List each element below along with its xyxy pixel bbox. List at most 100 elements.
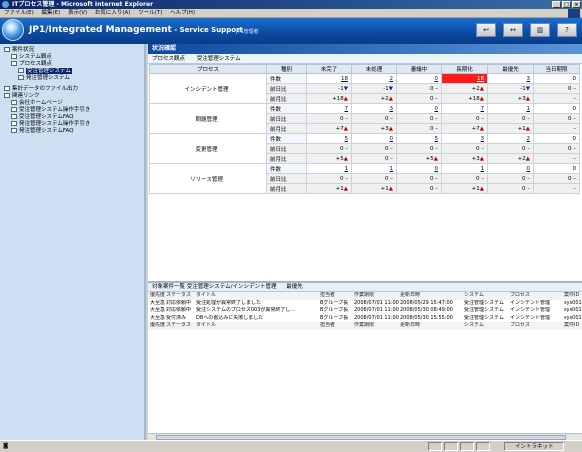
count-link[interactable]: 0 xyxy=(390,136,394,142)
minimize-button[interactable]: _ xyxy=(552,1,561,8)
menu-view[interactable]: 表示(V) xyxy=(68,10,87,16)
count-link[interactable]: 0 xyxy=(435,166,439,172)
summary-cell[interactable]: 2 xyxy=(351,73,397,84)
count-link[interactable]: 7 xyxy=(345,106,349,112)
count-link[interactable]: 0 xyxy=(435,76,439,82)
summary-cell[interactable]: 7 xyxy=(441,103,488,114)
menu-edit[interactable]: 編集(E) xyxy=(42,10,61,16)
horizontal-scrollbar[interactable] xyxy=(148,433,582,440)
change-value: 0 – xyxy=(476,115,484,122)
summary-cell[interactable]: 0 xyxy=(396,163,442,174)
summary-cell[interactable]: 0 xyxy=(487,163,534,174)
tree-item[interactable]: 会社ホームページ xyxy=(11,100,144,107)
count-link[interactable]: 3 xyxy=(527,76,531,82)
count-link[interactable]: 3 xyxy=(390,106,394,112)
count-link[interactable]: 2 xyxy=(390,76,394,82)
list-column-header[interactable]: 案件ID xyxy=(564,322,582,330)
close-button[interactable]: × xyxy=(572,1,581,8)
summary-cell[interactable]: 3 xyxy=(441,133,488,144)
summary-cell[interactable]: 1 xyxy=(351,163,397,174)
menu-file[interactable]: ファイル(E) xyxy=(4,10,34,16)
list-column-header[interactable]: システム xyxy=(464,292,510,300)
summary-cell[interactable]: 3 xyxy=(487,73,534,84)
count-link[interactable]: 1 xyxy=(390,166,394,172)
summary-cell: +5▲ xyxy=(396,153,442,164)
summary-cell: -1▼ xyxy=(351,83,397,94)
list-column-header[interactable]: 作業期限 xyxy=(354,322,400,330)
list-column-header[interactable]: システム xyxy=(464,322,510,330)
count-link[interactable]: 2 xyxy=(527,136,531,142)
summary-cell: +18▲ xyxy=(306,93,352,104)
list-column-header[interactable]: タイトル xyxy=(196,292,320,300)
change-value: +7 xyxy=(335,125,344,132)
summary-cell[interactable]: 5 xyxy=(306,133,352,144)
layout-button[interactable]: ▥ xyxy=(530,23,550,37)
list-column-header[interactable]: タイトル xyxy=(196,322,320,330)
list-column-header[interactable]: 案件ID xyxy=(564,292,582,300)
row-kind: 前月比 xyxy=(266,183,307,194)
back-button[interactable]: ↩ xyxy=(476,23,496,37)
column-header: 長期化 xyxy=(441,64,488,74)
tree-item[interactable]: 関連リンク xyxy=(4,93,144,100)
tree-item[interactable]: 受注管理システム操作手引き xyxy=(11,107,144,114)
tree-item[interactable]: 集計データのファイル出力 xyxy=(4,86,144,93)
menu-favorites[interactable]: お気に入り(A) xyxy=(95,10,131,16)
summary-cell[interactable]: 3 xyxy=(351,103,397,114)
tree-item[interactable]: システム観点 xyxy=(11,54,144,61)
list-column-header[interactable]: 更新日時 xyxy=(400,292,464,300)
count-link[interactable]: 1 xyxy=(481,166,485,172)
summary-cell[interactable]: 2 xyxy=(487,133,534,144)
summary-cell[interactable]: 18 xyxy=(441,73,488,84)
incident-list-title: 対象案件一覧 受注管理システム/インシデント管理 xyxy=(152,284,277,290)
count-link[interactable]: 18 xyxy=(341,76,348,82)
tree-item[interactable]: 発注管理システム xyxy=(18,75,144,82)
summary-cell[interactable]: 18 xyxy=(306,73,352,84)
list-row[interactable]: 大至急 対応依頼中 受注システムのプロセス003が異常終了し... Bグループ長 200… xyxy=(148,307,582,315)
summary-cell[interactable]: 0 xyxy=(396,73,442,84)
count-link[interactable]: 0 xyxy=(527,166,531,172)
list-column-header[interactable]: 優先度 xyxy=(150,322,166,330)
menu-help[interactable]: ヘルプ(H) xyxy=(170,10,195,16)
list-column-header[interactable]: 更新日時 xyxy=(400,322,464,330)
count-link[interactable]: 7 xyxy=(481,106,485,112)
list-column-header[interactable]: 優先度 xyxy=(150,292,166,300)
tree-item[interactable]: 受注管理システム xyxy=(18,68,144,75)
summary-cell: 0 – xyxy=(396,173,442,184)
list-column-header[interactable]: ステータス xyxy=(166,322,196,330)
summary-cell[interactable]: 0 xyxy=(396,103,442,114)
count-link[interactable]: 5 xyxy=(345,136,349,142)
column-header: 未完了 xyxy=(306,64,352,74)
summary-cell: – xyxy=(533,93,580,104)
switch-button[interactable]: ↔ xyxy=(503,23,523,37)
tree-item[interactable]: 案件状況 xyxy=(4,47,144,54)
count-link[interactable]: 1 xyxy=(527,106,531,112)
status-bar: ◙ イントラネット xyxy=(0,440,582,452)
tree-item[interactable]: 発注管理システム操作手引き xyxy=(11,121,144,128)
list-row[interactable]: 大至急 対応依頼中 受注処理が異常終了しました Bグループ長 2008/07/01 11… xyxy=(148,300,582,308)
count-link[interactable]: 5 xyxy=(435,136,439,142)
list-column-header[interactable]: 担当者 xyxy=(320,322,354,330)
summary-cell[interactable]: 1 xyxy=(487,103,534,114)
help-button[interactable]: ? xyxy=(557,23,577,37)
count-link[interactable]: 18 xyxy=(477,76,484,82)
summary-cell[interactable]: 1 xyxy=(441,163,488,174)
list-column-header[interactable]: ステータス xyxy=(166,292,196,300)
tree-item[interactable]: 受注管理システムFAQ xyxy=(11,114,144,121)
summary-cell[interactable]: 0 xyxy=(351,133,397,144)
tree-item[interactable]: 発注管理システムFAQ xyxy=(11,128,144,135)
maximize-button[interactable]: □ xyxy=(562,1,571,8)
change-value: +3 xyxy=(517,95,526,102)
list-column-header[interactable]: 担当者 xyxy=(320,292,354,300)
summary-cell[interactable]: 7 xyxy=(306,103,352,114)
list-row[interactable]: 大至急 受付済み DBへの書込みに失敗しました Bグループ長 2008/07/01 11… xyxy=(148,315,582,323)
count-link[interactable]: 1 xyxy=(345,166,349,172)
summary-cell[interactable]: 5 xyxy=(396,133,442,144)
summary-cell[interactable]: 1 xyxy=(306,163,352,174)
tree-item[interactable]: プロセス観点 xyxy=(11,61,144,68)
list-column-header[interactable]: 作業期限 xyxy=(354,292,400,300)
list-column-header[interactable]: プロセス xyxy=(510,292,564,300)
count-link[interactable]: 3 xyxy=(481,136,485,142)
list-column-header[interactable]: プロセス xyxy=(510,322,564,330)
menu-tools[interactable]: ツール(T) xyxy=(138,10,162,16)
count-link[interactable]: 0 xyxy=(435,106,439,112)
